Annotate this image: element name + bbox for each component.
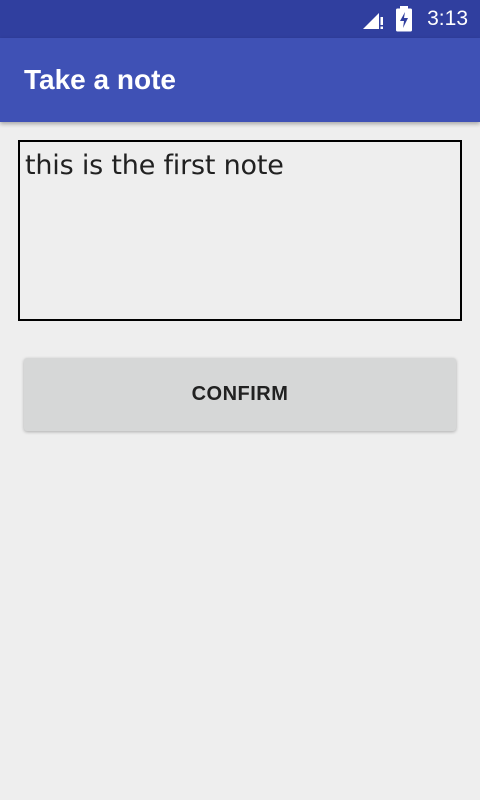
status-icons: 3:13 — [361, 0, 468, 38]
status-bar: 3:13 — [0, 0, 480, 38]
note-input[interactable]: this is the first note — [18, 140, 462, 321]
screen: 3:13 Take a note this is the first note … — [0, 0, 480, 800]
confirm-button-label: CONFIRM — [191, 383, 289, 405]
battery-charging-icon — [396, 6, 413, 32]
signal-no-data-icon — [363, 13, 384, 29]
confirm-button[interactable]: CONFIRM — [24, 358, 456, 431]
note-input-text: this is the first note — [25, 150, 284, 181]
page-title: Take a note — [24, 64, 176, 95]
status-clock: 3:13 — [427, 7, 468, 30]
app-bar: Take a note — [0, 38, 480, 122]
